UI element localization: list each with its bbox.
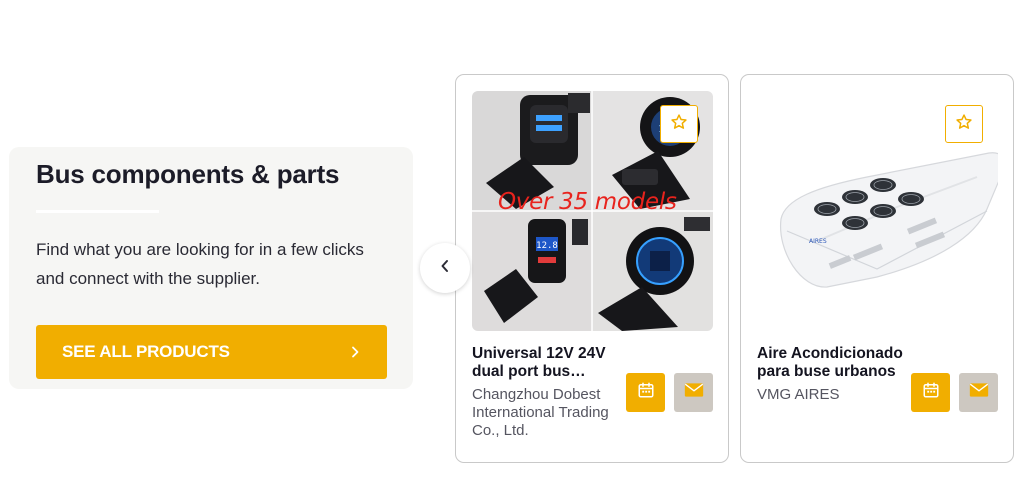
star-icon bbox=[670, 113, 688, 136]
category-intro-panel: Bus components & parts Find what you are… bbox=[9, 147, 413, 389]
chevron-right-icon bbox=[349, 346, 361, 358]
mail-icon bbox=[684, 382, 704, 403]
calendar-icon bbox=[637, 381, 655, 404]
category-description: Find what you are looking for in a few c… bbox=[36, 240, 364, 288]
star-icon bbox=[955, 113, 973, 136]
category-title: Bus components & parts bbox=[36, 159, 340, 189]
product-title[interactable]: Aire Acondicionado para buse urbanos bbox=[757, 345, 907, 381]
book-meeting-button[interactable] bbox=[911, 373, 950, 412]
see-all-products-label: SEE ALL PRODUCTS bbox=[62, 342, 230, 361]
supplier-name[interactable]: VMG AIRES bbox=[757, 386, 902, 404]
product-card[interactable]: AIRES Aire Acondicionado para buse urban… bbox=[740, 74, 1014, 463]
product-title[interactable]: Universal 12V 24V dual port bus… bbox=[472, 345, 622, 381]
page: Bus components & parts Find what you are… bbox=[0, 0, 1024, 496]
contact-supplier-button[interactable] bbox=[959, 373, 998, 412]
carousel-prev-button[interactable] bbox=[420, 243, 470, 293]
image-brand-text: AIRES bbox=[809, 238, 827, 245]
favorite-button[interactable] bbox=[660, 105, 698, 143]
calendar-icon bbox=[922, 381, 940, 404]
product-card[interactable]: 14.2 12.8 Over 35 models bbox=[455, 74, 729, 463]
title-divider bbox=[36, 210, 159, 213]
image-overlay-text: Over 35 models bbox=[498, 189, 677, 215]
favorite-button[interactable] bbox=[945, 105, 983, 143]
chevron-left-icon bbox=[439, 259, 451, 278]
supplier-name[interactable]: Changzhou Dobest International Trading C… bbox=[472, 386, 617, 440]
image-voltage-readout: 12.8 bbox=[536, 241, 558, 251]
mail-icon bbox=[969, 382, 989, 403]
book-meeting-button[interactable] bbox=[626, 373, 665, 412]
contact-supplier-button[interactable] bbox=[674, 373, 713, 412]
see-all-products-button[interactable]: SEE ALL PRODUCTS bbox=[36, 325, 387, 379]
